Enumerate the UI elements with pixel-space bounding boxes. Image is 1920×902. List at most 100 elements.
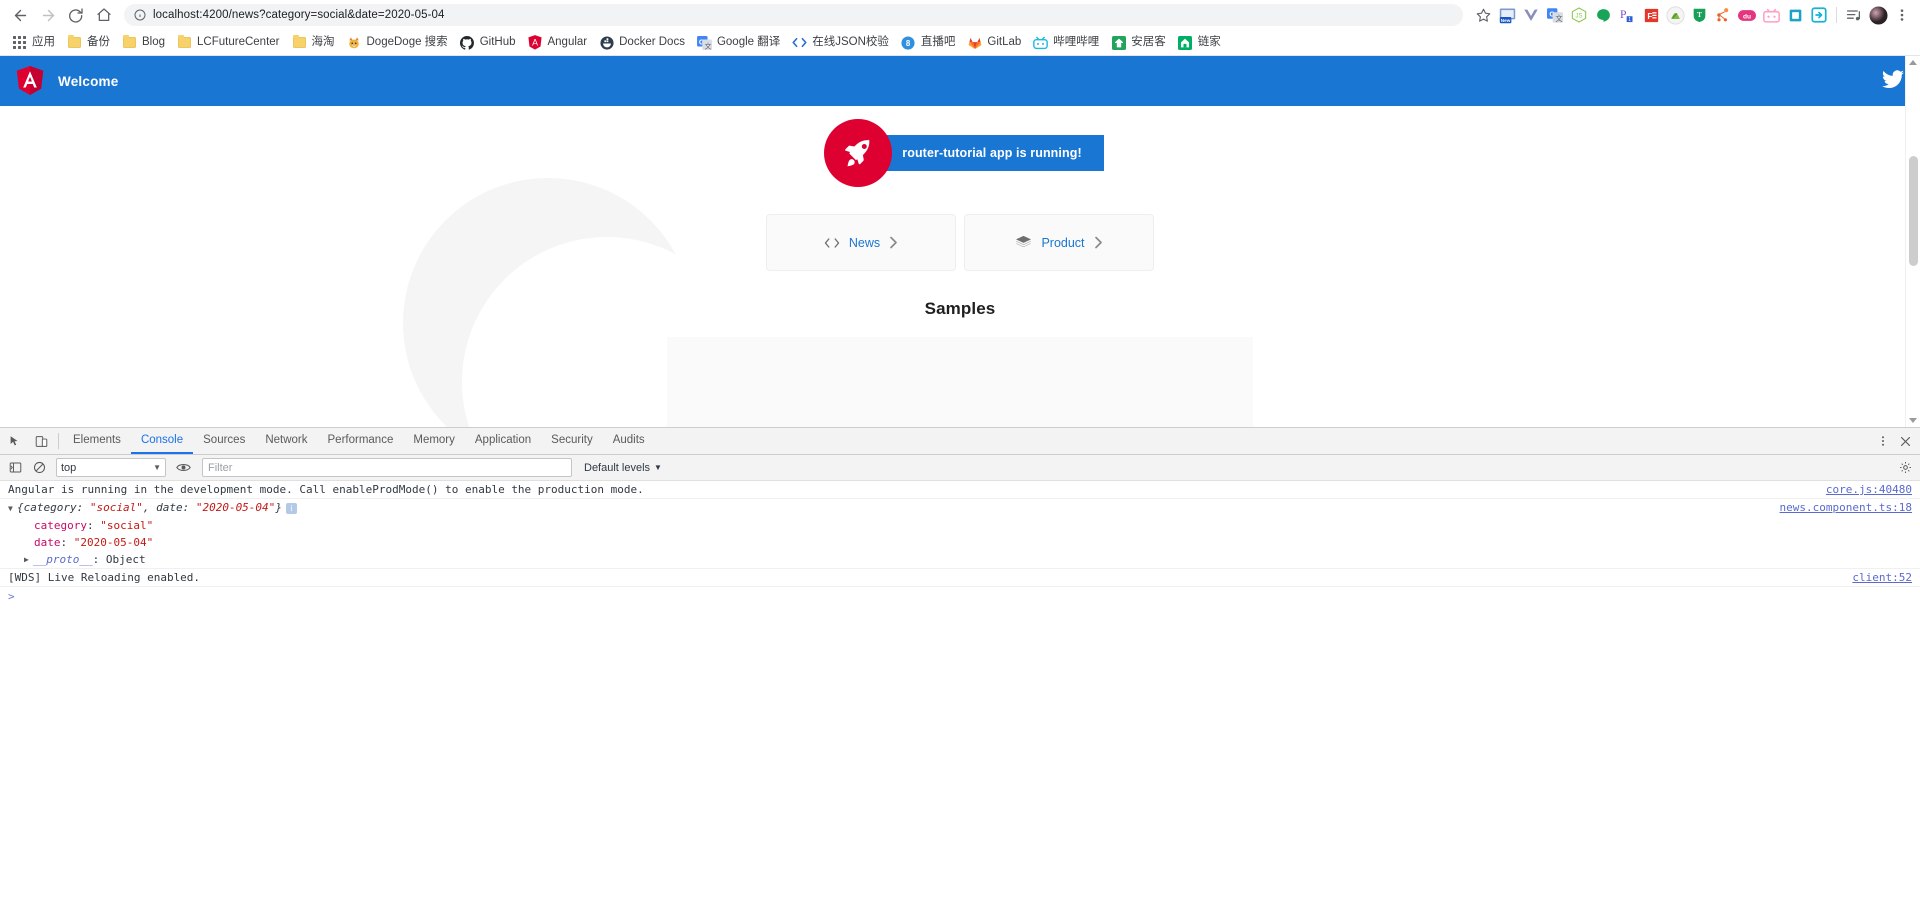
tab-security[interactable]: Security <box>541 428 603 454</box>
bookmark-label: Blog <box>142 35 166 48</box>
inspect-element-icon[interactable] <box>2 428 28 454</box>
bookmark-beifen[interactable]: 备份 <box>61 32 116 54</box>
pdf-extension-icon[interactable]: P1 <box>1615 3 1639 27</box>
bookmark-gitlab[interactable]: GitLab <box>961 32 1027 54</box>
bookmark-blog[interactable]: Blog <box>116 32 171 54</box>
console-prompt[interactable]: > <box>0 587 1920 605</box>
svg-text:文: 文 <box>1555 14 1562 23</box>
nodejs-icon[interactable]: JS <box>1567 3 1591 27</box>
running-banner-text: router-tutorial app is running! <box>866 135 1104 171</box>
app-content: router-tutorial app is running! News Pro… <box>0 106 1920 427</box>
chrome-menu-icon[interactable] <box>1890 3 1914 27</box>
bookmark-angular[interactable]: A Angular <box>521 32 593 54</box>
console-levels-label: Default levels <box>584 461 651 474</box>
console-output[interactable]: Angular is running in the development mo… <box>0 481 1920 897</box>
bookmark-star-icon[interactable] <box>1471 3 1495 27</box>
console-source-link[interactable]: news.component.ts:18 <box>1780 501 1912 514</box>
console-row-message: [WDS] Live Reloading enabled. client:52 <box>0 569 1920 587</box>
twitter-icon[interactable] <box>1882 70 1904 92</box>
card-label: Product <box>1041 235 1085 250</box>
toggle-device-toolbar-icon[interactable] <box>28 428 54 454</box>
bookmark-apps[interactable]: 应用 <box>6 32 61 54</box>
live-expression-icon[interactable] <box>172 457 194 479</box>
forward-button[interactable] <box>34 1 62 29</box>
tab-network[interactable]: Network <box>255 428 317 454</box>
powerpoint-extension-icon[interactable]: F <box>1639 3 1663 27</box>
bookmark-dogedoge[interactable]: DogeDoge 搜索 <box>341 32 454 54</box>
profile-avatar[interactable] <box>1866 3 1890 27</box>
bookmark-docker-docs[interactable]: Docker Docs <box>593 32 691 54</box>
object-proto-key[interactable]: __proto__ <box>33 553 93 566</box>
object-preview-mid: , date: <box>142 501 196 514</box>
console-settings-icon[interactable] <box>1894 461 1916 474</box>
bookmark-label: 应用 <box>32 35 55 48</box>
google-translate-icon[interactable]: G文 <box>1543 3 1567 27</box>
baidu-extension-icon[interactable]: du <box>1735 3 1759 27</box>
console-filter-input[interactable]: Filter <box>202 458 572 477</box>
tab-performance[interactable]: Performance <box>318 428 404 454</box>
chevron-down-icon: ▼ <box>153 463 161 472</box>
console-levels-select[interactable]: Default levels ▼ <box>584 462 662 474</box>
site-info-icon[interactable] <box>134 9 146 21</box>
layers-icon <box>1015 235 1032 250</box>
console-source-link[interactable]: core.js:40480 <box>1826 483 1912 496</box>
tab-memory[interactable]: Memory <box>403 428 465 454</box>
console-row-object-prop: date: "2020-05-04" <box>0 534 1920 551</box>
expand-triangle-icon[interactable]: ▶ <box>24 553 33 566</box>
card-news[interactable]: News <box>766 214 956 271</box>
bookmark-label: GitLab <box>987 35 1022 48</box>
clear-console-icon[interactable] <box>28 457 50 479</box>
bookmark-label: DogeDoge 搜索 <box>366 35 448 48</box>
card-product[interactable]: Product <box>964 214 1154 271</box>
object-proto-colon: : <box>92 552 106 566</box>
bookmark-google-translate[interactable]: G文 Google 翻译 <box>691 32 786 54</box>
bookmark-github[interactable]: GitHub <box>454 32 522 54</box>
apps-grid-icon <box>12 35 27 50</box>
expand-triangle-icon[interactable]: ▼ <box>8 502 17 515</box>
address-bar[interactable]: localhost:4200/news?category=social&date… <box>124 4 1463 26</box>
reload-button[interactable] <box>62 1 90 29</box>
new-extension-icon[interactable]: New <box>1495 3 1519 27</box>
tab-console[interactable]: Console <box>130 428 194 454</box>
back-button[interactable] <box>6 1 34 29</box>
tab-application[interactable]: Application <box>465 428 541 454</box>
object-preview-close: } <box>275 501 282 514</box>
clipboard-extension-icon[interactable] <box>1783 3 1807 27</box>
tab-elements[interactable]: Elements <box>63 428 131 454</box>
folder-icon <box>122 35 137 50</box>
green-dot-extension-icon[interactable] <box>1591 3 1615 27</box>
chevron-right-icon <box>1094 236 1103 249</box>
google-translate-icon: G文 <box>697 35 712 50</box>
red-file-extension-icon[interactable] <box>1663 3 1687 27</box>
bookmark-anjuke[interactable]: 安居客 <box>1105 32 1172 54</box>
bookmark-lianjia[interactable]: 链家 <box>1172 32 1227 54</box>
tab-audits[interactable]: Audits <box>603 428 655 454</box>
console-source-link[interactable]: client:52 <box>1852 571 1912 584</box>
bookmark-lcfuturecenter[interactable]: LCFutureCenter <box>171 32 285 54</box>
media-playlist-icon[interactable] <box>1842 3 1866 27</box>
network-graph-icon[interactable] <box>1711 3 1735 27</box>
info-badge-icon[interactable]: i <box>285 502 297 514</box>
bookmark-bilibili[interactable]: 哔哩哔哩 <box>1027 32 1105 54</box>
tampermonkey-icon[interactable]: T <box>1687 3 1711 27</box>
bookmark-label: 链家 <box>1197 35 1221 48</box>
bookmark-zhibo8[interactable]: 8 直播吧 <box>895 32 962 54</box>
object-prop-colon: : <box>86 518 101 532</box>
send-to-device-icon[interactable] <box>1807 3 1831 27</box>
chevron-right-icon <box>889 236 898 249</box>
tv-extension-icon[interactable] <box>1759 3 1783 27</box>
console-sidebar-icon[interactable] <box>4 457 26 479</box>
svg-text:New: New <box>1500 18 1510 23</box>
vue-devtools-icon[interactable] <box>1519 3 1543 27</box>
close-devtools-icon[interactable] <box>1894 436 1916 447</box>
bookmark-haitao[interactable]: 海淘 <box>286 32 341 54</box>
devtools-kebab-icon[interactable] <box>1872 435 1894 447</box>
tab-sources[interactable]: Sources <box>193 428 255 454</box>
bookmark-json-validator[interactable]: 在线JSON校验 <box>786 32 895 54</box>
execution-context-select[interactable]: top ▼ <box>56 458 166 477</box>
svg-text:du: du <box>1743 13 1751 20</box>
scroll-up-arrow[interactable] <box>1909 60 1917 65</box>
docker-icon <box>599 35 614 50</box>
svg-text:P: P <box>1620 8 1627 21</box>
home-button[interactable] <box>90 1 118 29</box>
